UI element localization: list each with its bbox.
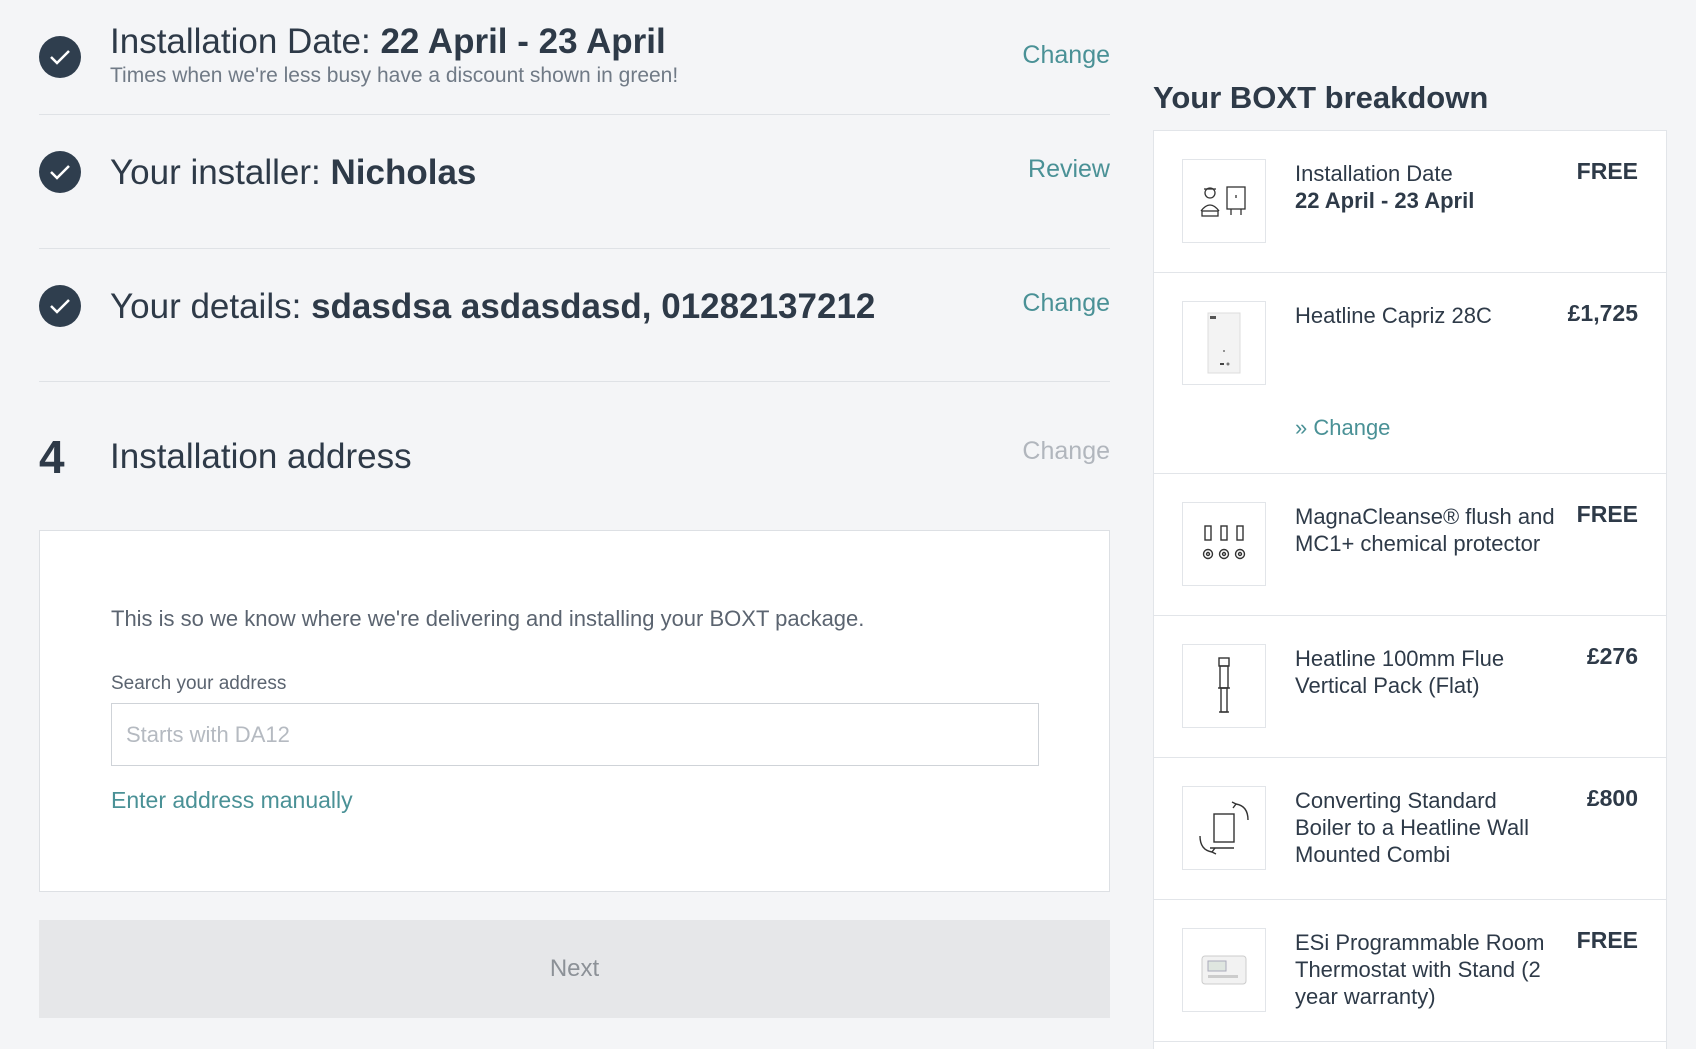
check-icon: [39, 36, 81, 78]
checkout-steps: Installation Date: 22 April - 23 April T…: [39, 0, 1110, 527]
item-date: 22 April - 23 April: [1295, 188, 1475, 213]
step-label: Your installer:: [110, 153, 331, 192]
item-name: Heatline 100mm Flue Vertical Pack (Flat): [1295, 646, 1505, 698]
step-installer: Your installer: Nicholas Review: [39, 115, 1110, 249]
item-price: FREE: [1576, 501, 1638, 527]
item-price: £800: [1586, 785, 1638, 811]
enter-address-manually-link[interactable]: Enter address manually: [111, 787, 353, 814]
step-value: 22 April - 23 April: [380, 22, 666, 61]
item-price: FREE: [1576, 927, 1638, 953]
step-title: Installation Date: 22 April - 23 April: [110, 22, 666, 62]
step-installation-date: Installation Date: 22 April - 23 April T…: [39, 0, 1110, 115]
item-price: £276: [1586, 643, 1638, 669]
item-name-text: Installation Date: [1295, 161, 1453, 186]
change-address-link: Change: [1022, 437, 1110, 465]
thermostat-image: [1182, 928, 1266, 1012]
search-address-label: Search your address: [111, 673, 287, 694]
item-price: £1,725: [1567, 300, 1638, 326]
check-icon: [39, 285, 81, 327]
address-info-text: This is so we know where we're deliverin…: [111, 606, 865, 631]
item-name: Heatline Capriz 28C: [1295, 303, 1492, 328]
step-title: Your installer: Nicholas: [110, 153, 476, 193]
review-installer-link[interactable]: Review: [1028, 155, 1110, 184]
breakdown-item: MagnaCleanse® flush and MC1+ chemical pr…: [1154, 474, 1666, 616]
change-boiler-link[interactable]: » Change: [1295, 415, 1390, 441]
address-panel: This is so we know where we're deliverin…: [39, 530, 1110, 892]
check-icon: [39, 151, 81, 193]
step-label: Your details:: [110, 287, 312, 326]
change-details-link[interactable]: Change: [1022, 289, 1110, 318]
boiler-image: [1182, 301, 1266, 385]
item-name: ESi Programmable Room Thermostat with St…: [1295, 930, 1545, 1009]
breakdown-item: Heatline 100mm Flue Vertical Pack (Flat)…: [1154, 616, 1666, 758]
breakdown-card: Installation Date 22 April - 23 April FRE…: [1153, 130, 1667, 1049]
conversion-icon: [1182, 786, 1266, 870]
step-value: Nicholas: [330, 153, 477, 192]
breakdown-item: Converting Standard Boiler to a Heatline…: [1154, 758, 1666, 900]
flue-icon: [1182, 644, 1266, 728]
installer-icon: [1182, 159, 1266, 243]
next-button[interactable]: Next: [39, 920, 1110, 1018]
step-title: Installation address: [110, 437, 412, 476]
step-details: Your details: sdasdsa asdasdasd, 0128213…: [39, 249, 1110, 382]
breakdown-item: ESi Programmable Room Thermostat with St…: [1154, 900, 1666, 1042]
address-search-input[interactable]: [111, 703, 1039, 766]
step-title: Your details: sdasdsa asdasdasd, 0128213…: [110, 287, 875, 327]
step-subtitle: Times when we're less busy have a discou…: [110, 64, 679, 87]
step-label: Installation Date:: [110, 22, 381, 61]
step-installation-address: 4 Installation address Change: [39, 382, 1110, 527]
magnacleanse-icon: [1182, 502, 1266, 586]
step-value: sdasdsa asdasdasd, 01282137212: [311, 287, 876, 326]
item-name: Converting Standard Boiler to a Heatline…: [1295, 788, 1529, 867]
breakdown-item: Installation Date 22 April - 23 April FRE…: [1154, 131, 1666, 273]
item-name: Installation Date 22 April - 23 April: [1295, 160, 1555, 214]
change-date-link[interactable]: Change: [1022, 41, 1110, 70]
breakdown-title: Your BOXT breakdown: [1153, 80, 1489, 115]
step-number: 4: [39, 431, 65, 483]
item-price: FREE: [1576, 158, 1638, 184]
item-name: MagnaCleanse® flush and MC1+ chemical pr…: [1295, 504, 1555, 556]
breakdown-item: Heatline Capriz 28C £1,725 » Change: [1154, 273, 1666, 474]
